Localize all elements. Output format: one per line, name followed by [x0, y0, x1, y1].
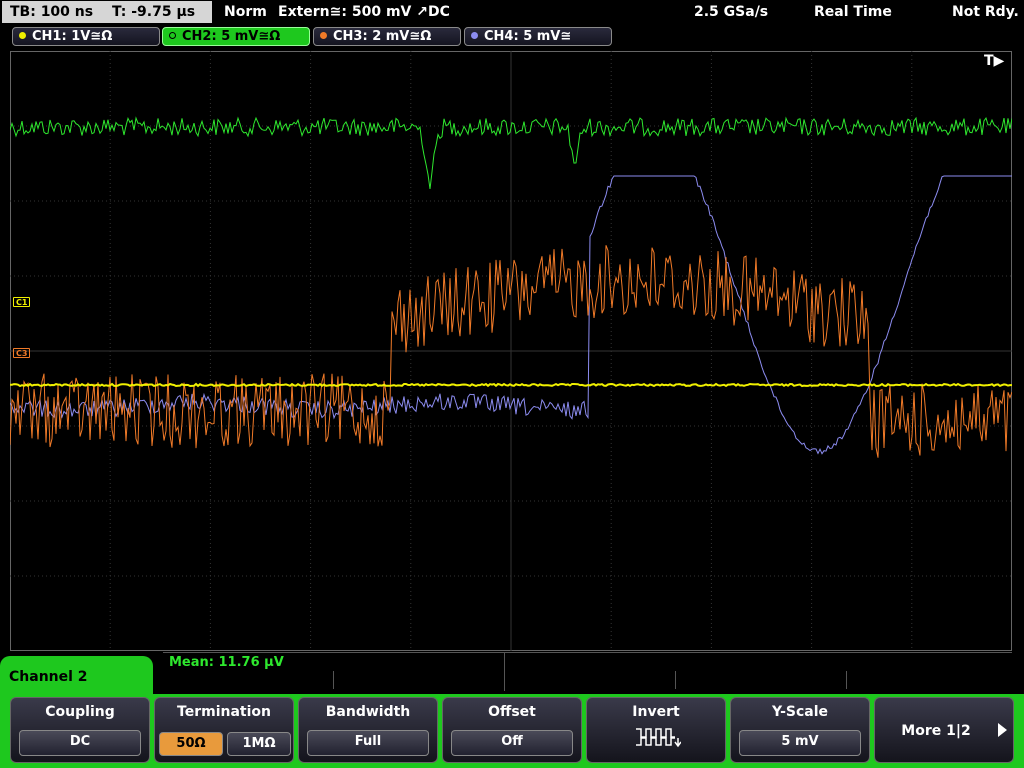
sample-rate: 2.5 GSa/s — [694, 4, 769, 20]
trigger-time-value: T: -9.75 µs — [111, 4, 196, 20]
grid-lines — [10, 51, 1012, 651]
trigger-mode[interactable]: Norm — [224, 0, 267, 24]
ch2-color-dot — [169, 32, 176, 39]
ch4-label: CH4: 5 mV≅ — [484, 29, 572, 44]
ch3-label: CH3: 2 mV≅Ω — [333, 29, 432, 44]
timebase-box[interactable]: TB: 100 ns T: -9.75 µs — [2, 1, 212, 23]
measurement-divider — [675, 671, 676, 689]
termination-title: Termination — [177, 704, 271, 720]
termination-1mohm-option[interactable]: 1MΩ — [227, 732, 291, 756]
bandwidth-value[interactable]: Full — [307, 730, 429, 756]
ch3-color-dot — [320, 32, 327, 39]
next-page-icon — [998, 723, 1007, 737]
tab-ch4[interactable]: CH4: 5 mV≅ — [464, 27, 612, 46]
ch1-color-dot — [19, 32, 26, 39]
offset-value[interactable]: Off — [451, 730, 573, 756]
ch1-label: CH1: 1V≅Ω — [32, 29, 113, 44]
more-label: More 1|2 — [901, 723, 971, 739]
more-softkey[interactable]: More 1|2 — [874, 697, 1014, 763]
tab-ch1[interactable]: CH1: 1V≅Ω — [12, 27, 160, 46]
invert-title: Invert — [632, 704, 680, 720]
acquisition-status: Not Rdy. — [952, 4, 1019, 20]
ch4-color-dot — [471, 32, 478, 39]
coupling-value[interactable]: DC — [19, 730, 141, 756]
tab-ch2[interactable]: CH2: 5 mV≅Ω — [162, 27, 310, 46]
invert-softkey[interactable]: Invert — [586, 697, 726, 763]
measurement-divider — [504, 653, 505, 691]
offset-title: Offset — [488, 704, 536, 720]
trigger-position-marker[interactable]: T▶ — [984, 53, 1004, 69]
measurement-divider — [333, 671, 334, 689]
trigger-source[interactable]: Extern≅: 500 mV ↗DC — [278, 0, 450, 24]
timebase-value: TB: 100 ns — [10, 4, 94, 20]
waveform-display[interactable] — [10, 51, 1012, 651]
yscale-title: Y-Scale — [771, 704, 828, 720]
termination-50ohm-option[interactable]: 50Ω — [159, 732, 223, 756]
channel-menu-tab[interactable]: Channel 2 — [0, 656, 153, 700]
offset-softkey[interactable]: Offset Off — [442, 697, 582, 763]
mean-measurement: Mean: 11.76 µV — [169, 655, 284, 670]
ch1-waveform — [10, 382, 1012, 388]
termination-softkey[interactable]: Termination 50Ω 1MΩ — [154, 697, 294, 763]
bandwidth-title: Bandwidth — [325, 704, 411, 720]
ch2-label: CH2: 5 mV≅Ω — [182, 29, 281, 44]
yscale-softkey[interactable]: Y-Scale 5 mV — [730, 697, 870, 763]
yscale-value[interactable]: 5 mV — [739, 730, 861, 756]
ch1-offset-marker[interactable]: C1 — [13, 297, 31, 307]
bandwidth-softkey[interactable]: Bandwidth Full — [298, 697, 438, 763]
acquisition-mode: Real Time — [814, 4, 892, 20]
coupling-softkey[interactable]: Coupling DC — [10, 697, 150, 763]
measurement-bar: Mean: 11.76 µV — [163, 652, 1012, 693]
status-bar: TB: 100 ns T: -9.75 µs Norm Extern≅: 500… — [0, 0, 1024, 24]
tab-ch3[interactable]: CH3: 2 mV≅Ω — [313, 27, 461, 46]
measurement-divider — [846, 671, 847, 689]
ch3-offset-marker[interactable]: C3 — [13, 348, 31, 358]
invert-waveform-icon — [636, 728, 681, 748]
coupling-title: Coupling — [45, 704, 115, 720]
